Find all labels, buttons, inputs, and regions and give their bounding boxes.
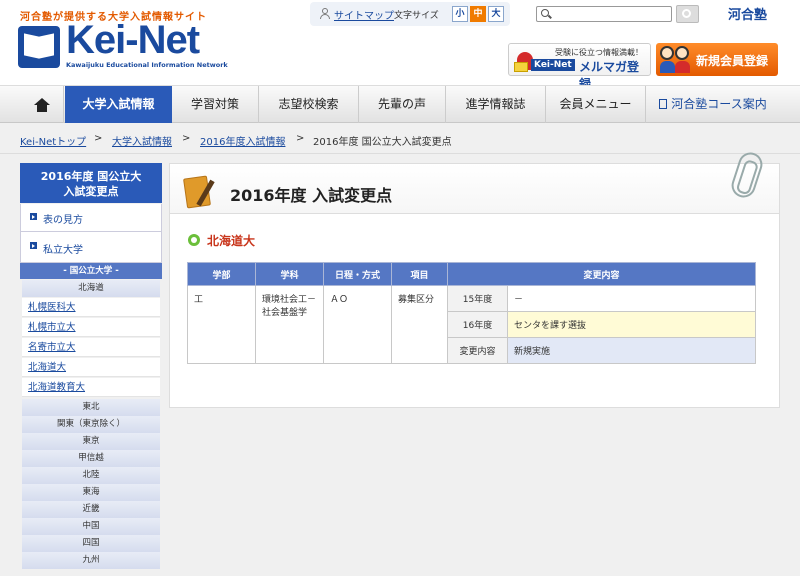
- cell-schedule: ＡＯ: [323, 285, 392, 364]
- fontsize-small-button[interactable]: 小: [452, 6, 468, 22]
- home-icon: [34, 98, 50, 112]
- sidebar-univ-link[interactable]: 札幌医科大: [22, 298, 160, 317]
- arrow-right-icon: [30, 213, 37, 220]
- sidebar-region[interactable]: 四国: [22, 535, 160, 552]
- sidebar-region[interactable]: 九州: [22, 552, 160, 569]
- global-nav: 大学入試情報 学習対策 志望校検索 先輩の声 進学情報誌 会員メニュー 河合塾コ…: [0, 85, 800, 123]
- person-icon: [320, 8, 330, 19]
- notebook-icon: [181, 173, 219, 211]
- col-header-change: 変更内容: [447, 262, 756, 286]
- nav-course-label: 河合塾コース案内: [671, 97, 767, 111]
- breadcrumb: Kei-Netトップ > 大学入試情報 > 2016年度入試情報 > 2016年…: [0, 124, 800, 154]
- site-header: 河合塾が提供する大学入試情報サイト Kei-Net Kawaijuku Educ…: [0, 0, 800, 91]
- fontsize-medium-button[interactable]: 中: [470, 6, 486, 22]
- sidebar-univ-link[interactable]: 北海道大: [22, 358, 160, 377]
- circle-bullet-icon: [188, 234, 200, 246]
- breadcrumb-separator: >: [182, 133, 191, 144]
- search-input[interactable]: [555, 7, 667, 21]
- col-header-department: 学科: [255, 262, 324, 286]
- nav-school-search[interactable]: 志望校検索: [259, 86, 359, 123]
- fontsize-large-button[interactable]: 大: [488, 6, 504, 22]
- sidebar-region[interactable]: 東海: [22, 484, 160, 501]
- page-title: 2016年度 入試変更点: [230, 186, 393, 205]
- search-icon: [541, 9, 549, 17]
- register-label: 新規会員登録: [696, 54, 769, 68]
- cell-year-label: 16年度: [447, 311, 508, 338]
- search-button[interactable]: [676, 5, 699, 23]
- cell-year-label: 15年度: [447, 285, 508, 312]
- sidebar-univ-link[interactable]: 北海道教育大: [22, 378, 160, 397]
- magnifier-icon: [682, 9, 691, 18]
- sidebar-item-label: 私立大学: [43, 245, 83, 256]
- univ-name: 北海道大: [207, 234, 256, 248]
- sidebar-region[interactable]: 東京: [22, 433, 160, 450]
- utility-bar: サイトマップ 文字サイズ 小 中 大: [310, 2, 510, 26]
- sidebar-region[interactable]: 北陸: [22, 467, 160, 484]
- nav-senior-voice[interactable]: 先輩の声: [359, 86, 446, 123]
- cell-year-value: センタを課す選抜: [507, 311, 756, 338]
- sidebar-univ-link[interactable]: 名寄市立大: [22, 338, 160, 357]
- sitemap-link[interactable]: サイトマップ: [334, 7, 394, 22]
- cell-year-value: －: [507, 285, 756, 312]
- nav-home[interactable]: [20, 86, 64, 123]
- sidebar: 2016年度 国公立大 入試変更点 表の見方 私立大学 - 国公立大学 - 北海…: [20, 163, 162, 576]
- table-header-row: 学部 学科 日程・方式 項目 変更内容: [187, 262, 756, 286]
- main-content: 2016年度 入試変更点 北海道大 学部 学科 日程・方式 項目 変更内容 工 …: [169, 149, 780, 408]
- breadcrumb-separator: >: [296, 133, 305, 144]
- external-link-icon: [659, 99, 668, 109]
- sidebar-national-header[interactable]: - 国公立大学 -: [20, 263, 162, 279]
- mailmag-register-button[interactable]: 受験に役立つ情報満載！ Kei-Net メルマガ登録: [508, 43, 651, 91]
- nav-member-menu[interactable]: 会員メニュー: [546, 86, 646, 123]
- breadcrumb-top[interactable]: Kei-Netトップ: [20, 133, 86, 148]
- col-header-faculty: 学部: [187, 262, 256, 286]
- sidebar-region[interactable]: 近畿: [22, 501, 160, 518]
- cell-change-value: 新規実施: [507, 337, 756, 364]
- sidebar-region[interactable]: 中国: [22, 518, 160, 535]
- change-table: 学部 学科 日程・方式 項目 変更内容 工 環境社会工－社会基盤学 ＡＯ 募集区…: [187, 262, 756, 364]
- sidebar-title-line2: 入試変更点: [63, 185, 119, 198]
- sidebar-item-private-univ[interactable]: 私立大学: [20, 232, 162, 263]
- logo-subtitle: Kawaijuku Educational Information Networ…: [66, 61, 228, 69]
- paperclip-icon: [728, 149, 766, 201]
- sidebar-region[interactable]: 甲信越: [22, 450, 160, 467]
- main-title-bar: 2016年度 入試変更点: [170, 149, 779, 214]
- students-icon: [660, 46, 692, 74]
- cell-department: 環境社会工－社会基盤学: [255, 285, 324, 364]
- nav-magazine[interactable]: 進学情報誌: [446, 86, 546, 123]
- breadcrumb-2016-info[interactable]: 2016年度入試情報: [200, 133, 285, 148]
- sidebar-region[interactable]: 東北: [22, 399, 160, 416]
- mailmag-keinet-badge: Kei-Net: [531, 59, 575, 71]
- sidebar-item-table-guide[interactable]: 表の見方: [20, 204, 162, 232]
- col-header-item: 項目: [391, 262, 448, 286]
- arrow-right-icon: [30, 242, 37, 249]
- nav-study[interactable]: 学習対策: [172, 86, 259, 123]
- mailmag-subtext: 受験に役立つ情報満載！: [555, 48, 643, 57]
- cell-faculty: 工: [187, 285, 256, 364]
- col-header-schedule: 日程・方式: [323, 262, 392, 286]
- sidebar-title-line1: 2016年度 国公立大: [40, 170, 142, 183]
- breadcrumb-current: 2016年度 国公立大入試変更点: [313, 137, 452, 148]
- table-row: 工 環境社会工－社会基盤学 ＡＯ 募集区分 15年度 －: [187, 285, 756, 364]
- logo-text: Kei-Net: [66, 18, 200, 62]
- cell-item: 募集区分: [391, 285, 448, 364]
- kawaijuku-logo[interactable]: 河合塾: [728, 4, 767, 23]
- fontsize-label: 文字サイズ: [394, 11, 439, 21]
- sidebar-univ-link[interactable]: 札幌市立大: [22, 318, 160, 337]
- sidebar-region-hokkaido[interactable]: 北海道: [22, 280, 160, 297]
- breadcrumb-univ-info[interactable]: 大学入試情報: [112, 133, 172, 148]
- sidebar-title: 2016年度 国公立大 入試変更点: [20, 163, 162, 203]
- cell-change-label: 変更内容: [447, 337, 508, 364]
- sidebar-region[interactable]: 関東（東京除く）: [22, 416, 160, 433]
- nav-univ-exam-info[interactable]: 大学入試情報: [65, 86, 172, 123]
- sidebar-item-label: 表の見方: [43, 215, 83, 226]
- book-logo-icon: [18, 26, 60, 68]
- nav-course-guide[interactable]: 河合塾コース案内: [646, 86, 780, 123]
- search-box: [536, 6, 672, 22]
- new-member-register-button[interactable]: 新規会員登録: [656, 43, 778, 76]
- keinet-logo[interactable]: Kei-Net Kawaijuku Educational Informatio…: [18, 18, 228, 74]
- breadcrumb-separator: >: [94, 133, 103, 144]
